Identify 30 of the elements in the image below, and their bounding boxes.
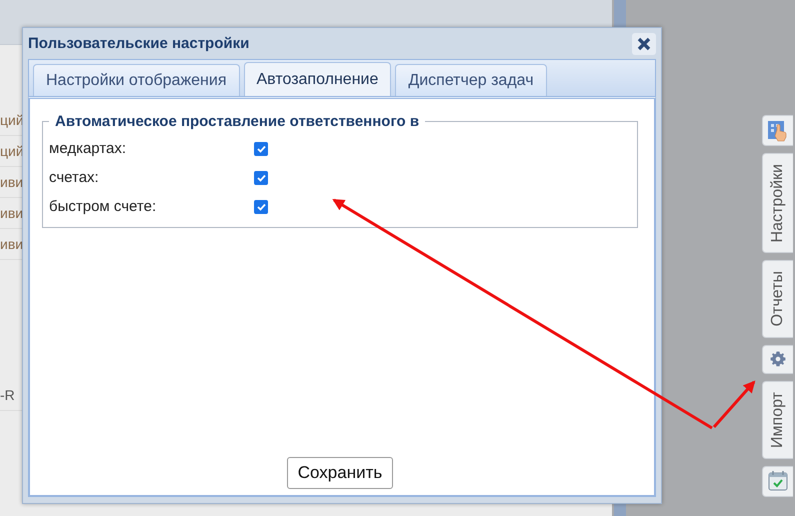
hand-on-grid-icon xyxy=(767,120,789,142)
tab[interactable]: Диспетчер задач xyxy=(395,64,547,96)
checkbox-label: счетах: xyxy=(49,169,100,186)
table-cell: -R xyxy=(0,387,15,403)
calendar-check-icon xyxy=(767,470,789,492)
table-cell: иви xyxy=(0,174,24,190)
tab[interactable]: Автозаполнение xyxy=(244,62,392,96)
checkbox[interactable] xyxy=(254,200,268,214)
checkbox[interactable] xyxy=(254,170,268,184)
table-cell: иви xyxy=(0,205,24,221)
gear-icon xyxy=(770,351,786,368)
side-tab[interactable] xyxy=(762,344,793,374)
tab[interactable]: Настройки отображения xyxy=(33,64,240,96)
checkbox[interactable] xyxy=(254,142,268,156)
checkbox-label: быстром счете: xyxy=(49,198,158,215)
window-title: Пользовательские настройки xyxy=(28,35,250,52)
side-tab[interactable] xyxy=(762,466,793,497)
checkmark-icon xyxy=(256,202,266,210)
checkmark-icon xyxy=(256,174,266,182)
table-cell: иви xyxy=(0,236,24,252)
save-button[interactable]: Сохранить xyxy=(286,457,394,489)
close-button[interactable] xyxy=(632,32,656,54)
side-tab[interactable]: Импорт xyxy=(762,380,793,459)
side-tab[interactable] xyxy=(762,115,793,146)
checkbox-label: медкартах: xyxy=(49,140,128,157)
side-tab[interactable]: Отчеты xyxy=(762,260,793,338)
side-tab[interactable]: Настройки xyxy=(762,153,793,254)
close-icon xyxy=(637,36,651,50)
fieldset-legend: Автоматическое проставление ответственного в xyxy=(49,113,426,130)
checkmark-icon xyxy=(256,144,266,152)
